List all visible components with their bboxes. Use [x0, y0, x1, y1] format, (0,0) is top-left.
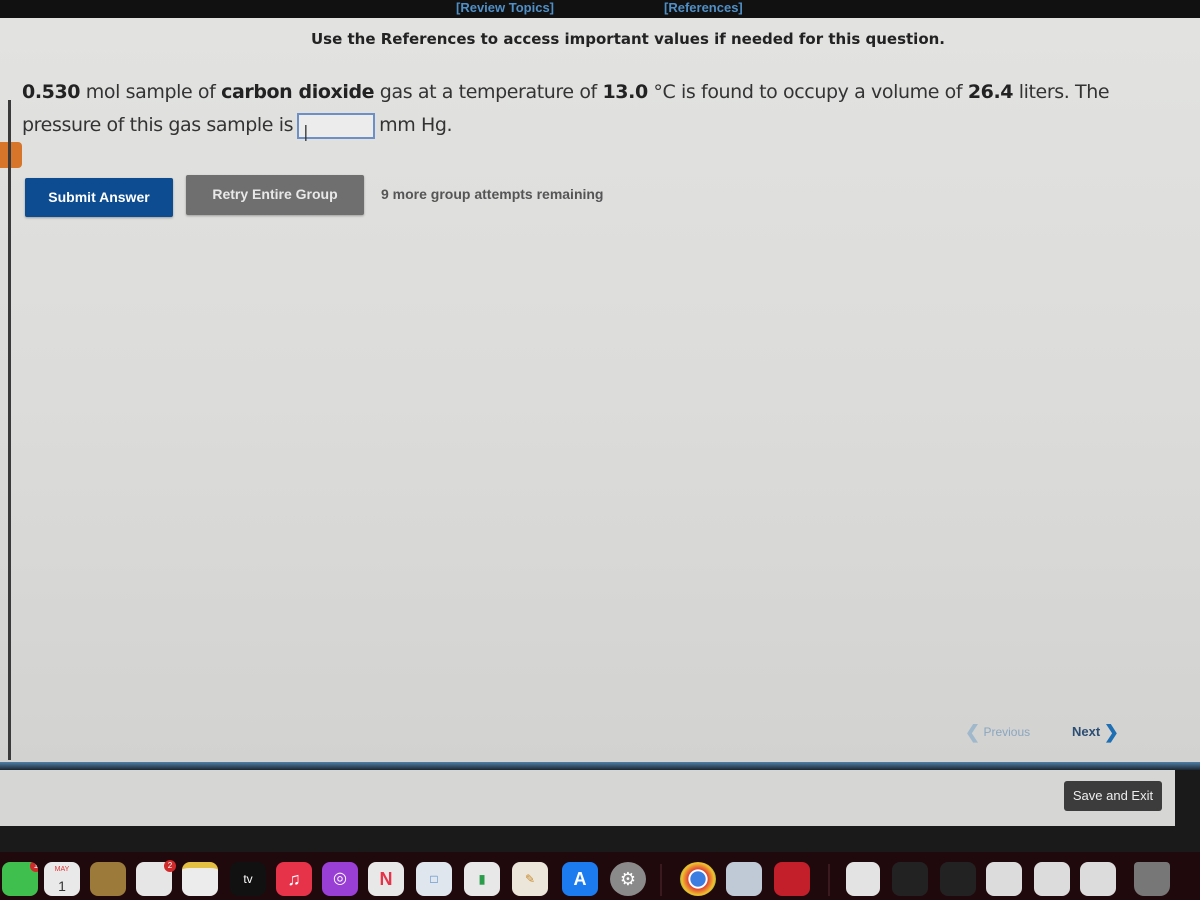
substance-name: carbon dioxide	[221, 81, 375, 103]
chrome-icon[interactable]	[680, 862, 716, 896]
footer-divider	[0, 762, 1200, 770]
temperature-value: 13.0	[602, 81, 648, 103]
reminders-icon[interactable]: 2	[136, 860, 176, 896]
retry-entire-group-button[interactable]: Retry Entire Group	[186, 175, 364, 215]
window-edge	[8, 100, 11, 760]
pages-icon[interactable]: ✎	[512, 862, 548, 896]
document-thumbnail-icon[interactable]	[986, 862, 1022, 896]
document-thumbnail-icon[interactable]	[846, 862, 880, 896]
tv-label: tv	[243, 872, 253, 886]
trash-icon[interactable]	[1134, 862, 1170, 896]
question-page: Use the References to access important v…	[0, 18, 1200, 770]
question-text: 0.530 mol sample of carbon dioxide gas a…	[22, 76, 1182, 142]
references-link[interactable]: [References]	[664, 0, 743, 15]
question-fragment: °C is found to occupy a volume of	[647, 81, 968, 103]
flag-tab[interactable]	[0, 142, 22, 168]
document-thumbnail-icon[interactable]	[1080, 862, 1116, 896]
numbers-icon[interactable]: ▮	[464, 862, 500, 896]
save-and-exit-button[interactable]: Save and Exit	[1064, 781, 1162, 811]
next-label: Next	[1072, 724, 1101, 739]
apple-tv-icon[interactable]: tv	[230, 862, 266, 896]
chevron-left-icon: ❮	[965, 722, 981, 742]
document-thumbnail-icon[interactable]	[892, 862, 928, 896]
next-button[interactable]: Next ❯	[1072, 722, 1119, 743]
chevron-right-icon: ❯	[1103, 722, 1119, 742]
system-preferences-icon[interactable]: ⚙	[610, 862, 646, 896]
top-bar: [Review Topics] [References]	[0, 0, 1200, 18]
calendar-day: 1	[58, 878, 66, 894]
pressure-answer-input[interactable]: |	[297, 112, 376, 141]
notes-icon[interactable]	[182, 862, 218, 896]
notification-badge: 1	[30, 862, 38, 872]
attempts-remaining: 9 more group attempts remaining	[381, 186, 604, 202]
app-store-icon[interactable]: A	[562, 862, 598, 896]
unit-label: mm Hg.	[379, 114, 453, 136]
question-fragment: mol sample of	[80, 81, 222, 103]
volume-value: 26.4	[967, 81, 1014, 103]
question-fragment: gas at a temperature of	[374, 81, 603, 103]
footer-bar	[0, 770, 1175, 826]
keynote-icon[interactable]: □	[416, 862, 452, 896]
facetime-icon[interactable]: 1	[2, 862, 38, 896]
previous-label: Previous	[983, 725, 1031, 739]
dock-separator	[828, 864, 830, 896]
references-notice: Use the References to access important v…	[311, 30, 945, 48]
macos-dock: 1 MAY 1 2 tv ♫ ◎ N □ ▮ ✎ A ⚙	[0, 852, 1200, 900]
mol-amount: 0.530	[22, 81, 81, 103]
document-thumbnail-icon[interactable]	[940, 862, 976, 896]
document-thumbnail-icon[interactable]	[1034, 862, 1070, 896]
news-icon[interactable]: N	[368, 862, 404, 896]
submit-answer-button[interactable]: Submit Answer	[25, 178, 173, 217]
contacts-icon[interactable]	[90, 862, 126, 896]
photo-booth-icon[interactable]	[774, 862, 810, 896]
preview-icon[interactable]	[726, 862, 762, 896]
previous-button[interactable]: ❮ Previous	[965, 722, 1030, 743]
podcasts-icon[interactable]: ◎	[322, 862, 358, 896]
music-icon[interactable]: ♫	[276, 862, 312, 896]
calendar-icon[interactable]: MAY 1	[44, 862, 80, 896]
review-topics-link[interactable]: [Review Topics]	[456, 0, 554, 15]
notification-badge: 2	[164, 860, 176, 872]
calendar-month: MAY	[54, 866, 70, 873]
dock-separator	[660, 864, 662, 896]
